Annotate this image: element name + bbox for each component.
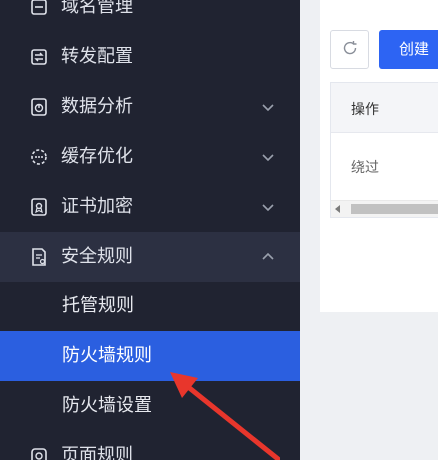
sidebar-subitem-label: 托管规则 [62,295,134,316]
sidebar-item-label: 数据分析 [61,96,133,117]
certificate-icon [28,196,50,218]
refresh-icon [341,39,359,61]
sidebar-subitem-managed-rules[interactable]: 托管规则 [0,281,300,331]
horizontal-scrollbar[interactable] [331,200,438,217]
table-cell-action: 绕过 [351,160,379,176]
create-button[interactable]: 创建 [379,30,438,69]
rules-table: 操作 绕过 [330,82,438,218]
refresh-button[interactable] [330,30,369,69]
sidebar-subitem-label: 防火墙设置 [62,395,152,416]
sidebar-item-domain[interactable]: 域名管理 [0,0,300,32]
cache-icon [28,146,50,168]
sidebar-item-certificate[interactable]: 证书加密 [0,182,300,232]
sidebar-item-forward[interactable]: 转发配置 [0,32,300,82]
sidebar-item-label: 证书加密 [61,196,133,217]
main-content: 创建 操作 绕过 [300,0,438,460]
chevron-down-icon [259,198,277,216]
annotation-arrow-icon [170,372,280,460]
forward-icon [28,46,50,68]
security-doc-icon [28,246,50,268]
page-rule-icon [28,445,50,460]
sidebar-item-label: 转发配置 [61,46,133,67]
table-row: 绕过 [331,133,438,197]
analytics-icon [28,96,50,118]
chevron-down-icon [259,98,277,116]
sidebar-item-label: 域名管理 [61,0,133,17]
sidebar-item-analytics[interactable]: 数据分析 [0,82,300,132]
scroll-left-arrow-icon[interactable] [335,205,340,213]
scrollbar-thumb[interactable] [351,204,438,214]
sidebar-item-label: 缓存优化 [61,146,133,167]
table-header: 操作 [331,83,438,133]
column-header-action: 操作 [351,102,379,118]
chevron-down-icon [259,148,277,166]
domain-icon [28,0,50,18]
chevron-up-icon [259,248,277,266]
sidebar-item-security[interactable]: 安全规则 [0,232,300,282]
sidebar-item-cache[interactable]: 缓存优化 [0,132,300,182]
sidebar-subitem-label: 防火墙规则 [62,345,152,366]
sidebar-item-label: 安全规则 [61,246,133,267]
sidebar-item-label: 页面规则 [61,445,133,460]
